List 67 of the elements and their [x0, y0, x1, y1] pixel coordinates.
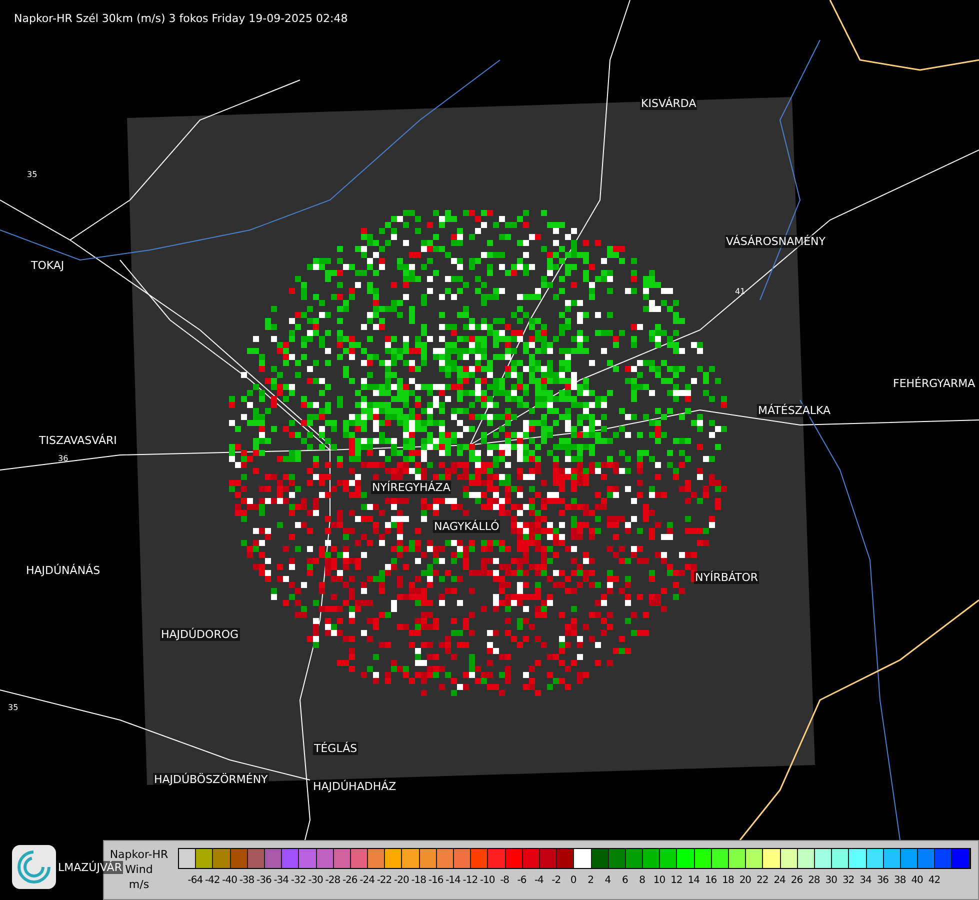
scale-label: -32 [290, 875, 307, 886]
scale-label: 6 [620, 875, 629, 886]
scale-label: 4 [604, 875, 612, 886]
scale-label: 30 [824, 875, 838, 886]
city-label: NYÍREGYHÁZA [371, 481, 452, 494]
scale-label: 34 [858, 875, 872, 886]
legend-unit: m/s [128, 878, 150, 892]
scale-label: -14 [444, 875, 462, 886]
road-number: 36 [58, 454, 68, 463]
scale-label: 24 [772, 875, 786, 886]
scale-label: -16 [427, 875, 444, 886]
city-label: MÁTÉSZALKA [757, 404, 832, 417]
scale-label: -38 [238, 875, 256, 886]
scale-label: -8 [499, 875, 510, 886]
city-label: HAJDÚDOROG [160, 628, 240, 641]
scale-label: -30 [307, 875, 324, 886]
scale-label: -40 [221, 875, 238, 886]
scale-label: 10 [652, 875, 666, 886]
city-label: HAJDÚBÖSZÖRMÉNY [153, 773, 269, 786]
city-label: HAJDÚNÁNÁS [25, 564, 102, 577]
city-label: FEHÉRGYARMA [892, 377, 976, 390]
city-label: NYÍRBÁTOR [694, 571, 760, 584]
scale-label: -24 [358, 875, 376, 886]
scale-label: 42 [927, 875, 942, 886]
city-label: NAGYKÁLLÓ [433, 520, 500, 533]
scale-label: -10 [478, 875, 496, 886]
scale-label: 40 [910, 875, 924, 886]
road-number: 35 [8, 703, 18, 712]
scale-label: 36 [876, 875, 890, 886]
scale-label: -42 [204, 875, 221, 886]
scale-label: -34 [272, 875, 290, 886]
map-title: Napkor-HR Szél 30km (m/s) 3 fokos Friday 19-09-2025 02:48 [14, 12, 348, 25]
road-number: 35 [27, 170, 38, 179]
scale-label: 26 [790, 875, 804, 886]
city-label: TÉGLÁS [313, 742, 358, 755]
scale-label: -64 [186, 875, 204, 886]
scale-label: -26 [341, 875, 358, 886]
scale-label: -36 [256, 875, 272, 886]
scale-label: 14 [686, 875, 700, 886]
scale-label: 32 [841, 875, 856, 886]
logo-icon [12, 845, 56, 889]
scale-label: 16 [704, 875, 718, 886]
scale-label: 38 [893, 875, 907, 886]
scale-label: -28 [324, 875, 342, 886]
city-label: TISZAVASVÁRI [38, 434, 118, 447]
legend-title: Napkor-HR [110, 848, 168, 861]
scale-label: -4 [533, 875, 544, 886]
scale-label: 0 [569, 875, 578, 886]
legend-quantity: Wind [125, 863, 153, 877]
scale-label: -2 [550, 875, 562, 886]
scale-label: 22 [756, 875, 770, 886]
city-label: KISVÁRDA [640, 97, 698, 110]
city-label: VÁSÁROSNAMÉNY [725, 235, 826, 248]
scale-label: -20 [393, 875, 410, 886]
scale-label: 8 [638, 875, 646, 886]
scale-label: 12 [670, 875, 684, 886]
scale-label: -6 [516, 875, 528, 886]
scale-label: -18 [410, 875, 428, 886]
scale-label: -22 [376, 875, 393, 886]
city-label: TOKAJ [30, 259, 66, 272]
scale-label: -12 [462, 875, 479, 886]
scale-label: 18 [721, 875, 735, 886]
city-label: HAJDÚHADHÁZ [312, 780, 398, 793]
scale-label: 2 [586, 875, 594, 886]
scale-label: 20 [738, 875, 752, 886]
scale-label: 28 [807, 875, 821, 886]
road-number: 41 [735, 287, 746, 296]
